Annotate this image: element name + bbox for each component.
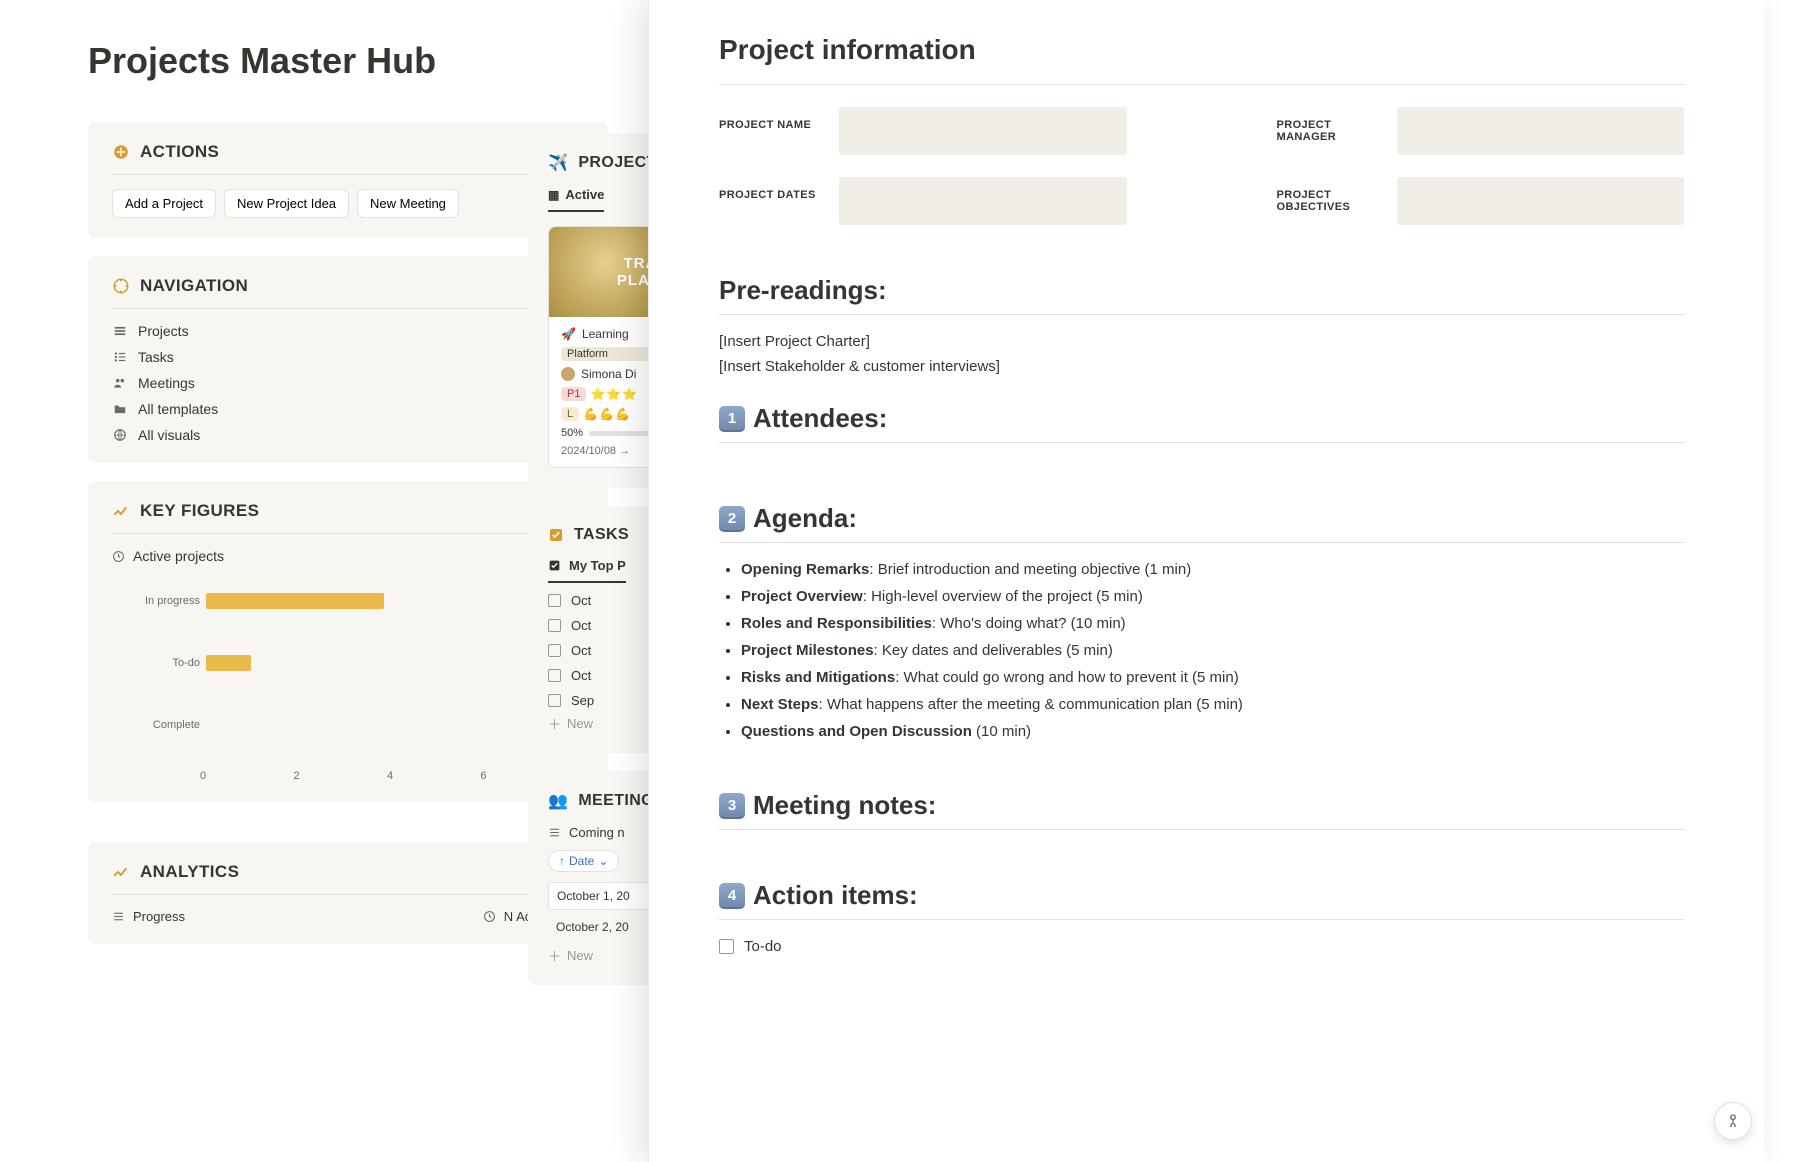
tab-active[interactable]: ▦ Active (548, 187, 604, 212)
label-project-dates: PROJECT DATES (719, 177, 839, 225)
detail-panel: Project information PROJECT NAME PROJECT… (648, 0, 1764, 1162)
active-projects-tab[interactable]: Active projects (112, 548, 584, 564)
checkbox[interactable] (548, 644, 561, 657)
chart-bar-in-progress (206, 593, 384, 609)
tasks-tab[interactable]: My Top P (548, 558, 626, 583)
checkbox[interactable] (548, 694, 561, 707)
label-project-name: PROJECT NAME (719, 107, 839, 155)
chevron-down-icon: ⌄ (598, 854, 608, 868)
muscle-icons: 💪💪💪 (583, 407, 631, 421)
folder-icon (112, 401, 128, 417)
agenda-item: Risks and Mitigations: What could go wro… (741, 669, 1684, 686)
add-project-button[interactable]: Add a Project (112, 189, 216, 218)
analytics-icon (112, 863, 130, 881)
agenda-item: Roles and Responsibilities: Who's doing … (741, 615, 1684, 632)
actions-heading: ACTIONS (140, 142, 219, 162)
panel-title: Project information (719, 34, 1684, 66)
agenda-heading: 2 Agenda: (719, 503, 1684, 534)
list-icon (112, 349, 128, 365)
chart-x-axis: 0 2 4 6 8 (200, 770, 584, 782)
level-badge: L (561, 407, 579, 421)
number-2-icon: 2 (719, 506, 745, 532)
agenda-list: Opening Remarks: Brief introduction and … (719, 561, 1684, 740)
check-icon (548, 559, 561, 572)
page-title: Projects Master Hub (88, 40, 608, 82)
pre-readings-heading: Pre-readings: (719, 275, 1684, 306)
pre-reading-item: [Insert Stakeholder & customer interview… (719, 358, 1684, 375)
new-idea-button[interactable]: New Project Idea (224, 189, 349, 218)
number-1-icon: 1 (719, 406, 745, 432)
rocket-icon: 🚀 (561, 327, 576, 341)
key-figures-chart: In progress 4 To-do 1 Complete 0 (112, 584, 584, 782)
plane-icon: ✈️ (548, 153, 568, 173)
analytics-progress-tab[interactable]: Progress (112, 909, 185, 924)
grid-icon: ▦ (548, 188, 559, 202)
meeting-notes-heading: 3 Meeting notes: (719, 790, 1684, 821)
pre-reading-item: [Insert Project Charter] (719, 333, 1684, 350)
checkbox[interactable] (548, 594, 561, 607)
checkbox-icon (548, 527, 564, 543)
navigation-heading: NAVIGATION (140, 276, 248, 296)
nav-templates[interactable]: All templates (112, 401, 584, 417)
compass-icon (112, 277, 130, 295)
sort-date-button[interactable]: ↑ Date ⌄ (548, 850, 619, 872)
number-4-icon: 4 (719, 883, 745, 909)
key-figures-heading: KEY FIGURES (140, 501, 259, 521)
help-button[interactable] (1714, 1102, 1752, 1140)
input-project-dates[interactable] (839, 177, 1127, 225)
analytics-heading: ANALYTICS (140, 862, 239, 882)
list-icon (548, 826, 561, 839)
label-project-manager: PROJECT MANAGER (1277, 107, 1397, 155)
checkbox[interactable] (548, 669, 561, 682)
agenda-item: Questions and Open Discussion (10 min) (741, 723, 1684, 740)
checkbox[interactable] (548, 619, 561, 632)
nav-projects[interactable]: Projects (112, 323, 584, 339)
globe-icon (112, 427, 128, 443)
nav-visuals[interactable]: All visuals (112, 427, 584, 443)
chart-bar-todo (206, 655, 251, 671)
input-project-name[interactable] (839, 107, 1127, 155)
label-project-objectives: PROJECT OBJECTIVES (1277, 177, 1397, 225)
plus-circle-icon (112, 143, 130, 161)
arrow-up-icon: ↑ (559, 854, 565, 868)
people-icon: 👥 (548, 791, 568, 811)
people-icon (112, 375, 128, 391)
chart-icon (112, 502, 130, 520)
stack-icon (112, 323, 128, 339)
number-3-icon: 3 (719, 793, 745, 819)
star-icons: ⭐⭐⭐ (590, 387, 638, 401)
clock-icon (483, 910, 496, 923)
action-items-heading: 4 Action items: (719, 880, 1684, 911)
avatar (561, 367, 575, 381)
agenda-item: Project Overview: High-level overview of… (741, 588, 1684, 605)
list-icon (112, 910, 125, 923)
agenda-item: Opening Remarks: Brief introduction and … (741, 561, 1684, 578)
nav-meetings[interactable]: Meetings (112, 375, 584, 391)
attendees-heading: 1 Attendees: (719, 403, 1684, 434)
new-meeting-button[interactable]: New Meeting (357, 189, 459, 218)
input-project-manager[interactable] (1397, 107, 1685, 155)
nav-tasks[interactable]: Tasks (112, 349, 584, 365)
priority-badge: P1 (561, 387, 586, 401)
agenda-item: Project Milestones: Key dates and delive… (741, 642, 1684, 659)
action-item-row[interactable]: To-do (719, 938, 1684, 955)
checkbox[interactable] (719, 939, 734, 954)
clock-icon (112, 550, 125, 563)
person-icon (1724, 1112, 1742, 1130)
agenda-item: Next Steps: What happens after the meeti… (741, 696, 1684, 713)
input-project-objectives[interactable] (1397, 177, 1685, 225)
